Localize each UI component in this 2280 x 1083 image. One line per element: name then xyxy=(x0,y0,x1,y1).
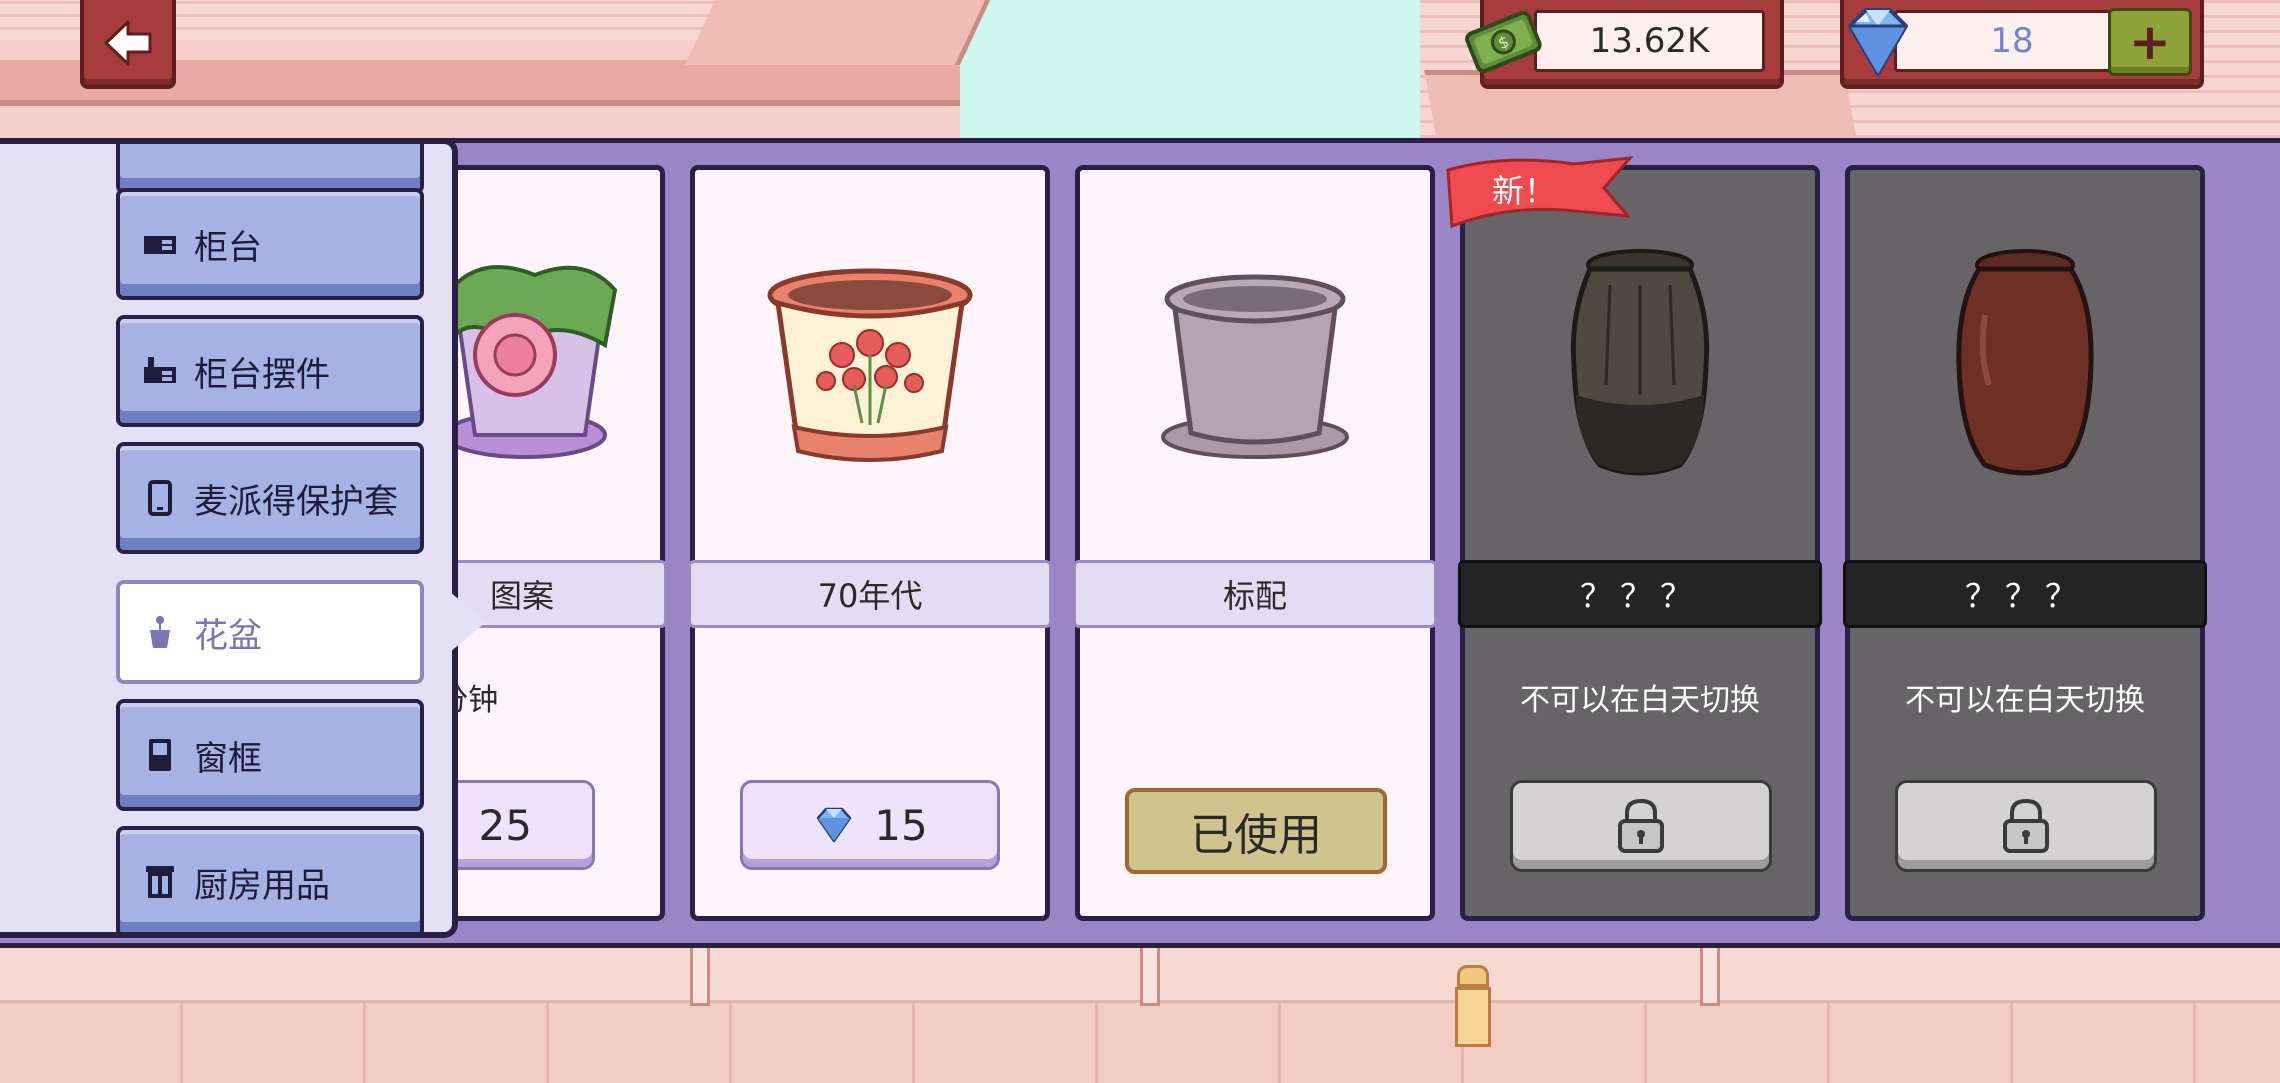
sidebar-item-hidden[interactable] xyxy=(116,144,424,194)
item-thumbnail xyxy=(695,170,1045,560)
active-category-pointer xyxy=(450,592,486,652)
locked-button[interactable] xyxy=(1510,780,1772,872)
sidebar-item-counter-decor[interactable]: 柜台摆件 xyxy=(116,315,424,427)
sidebar-item-flower-pot[interactable]: 花盆 xyxy=(116,580,424,684)
gem-amount: 18 xyxy=(1894,10,2130,72)
item-card[interactable]: 标配 已使用 xyxy=(1073,165,1437,921)
diamond-icon xyxy=(1848,8,1908,76)
item-name: ？？？ xyxy=(1843,560,2207,628)
new-badge-label: 新！ xyxy=(1492,172,1557,210)
price-value: 15 xyxy=(874,800,928,850)
storefront-post xyxy=(1140,940,1160,1006)
item-thumbnail xyxy=(1080,170,1430,560)
cash-bundle-icon: $ xyxy=(1465,10,1542,74)
window-frame-icon xyxy=(149,739,171,771)
lock-reason: 不可以在白天切换 xyxy=(1520,683,1760,718)
diamond-icon xyxy=(817,807,852,843)
item-thumbnail xyxy=(1850,170,2200,560)
padlock-icon xyxy=(1618,798,1664,853)
sidebar-item-kitchen[interactable]: 厨房用品 xyxy=(116,826,424,932)
sidebar-item-label: 花盆 xyxy=(194,615,262,656)
item-card[interactable]: ？？？ 不可以在白天切换 xyxy=(1843,165,2207,921)
price-value: 25 xyxy=(478,800,532,850)
mystery-jar-icon xyxy=(1570,249,1710,476)
sidebar-item-label: 窗框 xyxy=(194,738,262,779)
padlock-icon xyxy=(2003,798,2049,853)
item-card[interactable]: ？？？ 不可以在白天切换 xyxy=(1458,165,1822,921)
flower-pot-icon xyxy=(150,616,170,648)
left-awning xyxy=(684,0,991,65)
counter-icon xyxy=(144,236,176,254)
item-thumbnail xyxy=(1465,170,1815,560)
locked-button[interactable] xyxy=(1895,780,2157,872)
cash-amount: 13.62K xyxy=(1534,10,1765,72)
sidebar-item-label: 柜台摆件 xyxy=(194,354,330,395)
item-name: 70年代 xyxy=(688,560,1052,628)
new-badge: 新！ xyxy=(1444,150,1634,228)
sidebar-item-window-frame[interactable]: 窗框 xyxy=(116,699,424,811)
item-name: 标配 xyxy=(1073,560,1437,628)
sidebar-item-label: 麦派得保护套 xyxy=(194,481,398,522)
storefront-post xyxy=(690,940,710,1006)
standard-pot-icon xyxy=(1161,274,1349,459)
seventies-pot-icon xyxy=(767,268,973,462)
in-use-button[interactable]: 已使用 xyxy=(1125,788,1387,874)
sidebar-item-counter[interactable]: 柜台 xyxy=(116,188,424,300)
item-card[interactable]: 70年代 15 xyxy=(688,165,1052,921)
category-sidebar: 柜台 柜台摆件 麦派得保护套 花盆 窗框 厨房用品 xyxy=(0,138,458,938)
kitchen-icon xyxy=(146,866,174,898)
mystery-jar-icon xyxy=(1956,249,2094,476)
storefront-post xyxy=(1700,940,1720,1006)
counter-decor-icon xyxy=(144,357,176,383)
sidebar-item-label: 柜台 xyxy=(194,227,262,268)
sidebar-item-label: 厨房用品 xyxy=(194,865,330,906)
back-arrow-icon xyxy=(104,20,152,65)
back-button[interactable] xyxy=(80,0,176,89)
buy-button[interactable]: 15 xyxy=(740,780,1000,870)
lock-reason: 不可以在白天切换 xyxy=(1905,683,2145,718)
add-gems-button[interactable]: + xyxy=(2108,8,2192,76)
phone-case-icon xyxy=(148,480,172,516)
fire-hydrant xyxy=(1452,965,1491,1047)
sidebar-item-phone-case[interactable]: 麦派得保护套 xyxy=(116,442,424,554)
item-name: ？？？ xyxy=(1458,560,1822,628)
